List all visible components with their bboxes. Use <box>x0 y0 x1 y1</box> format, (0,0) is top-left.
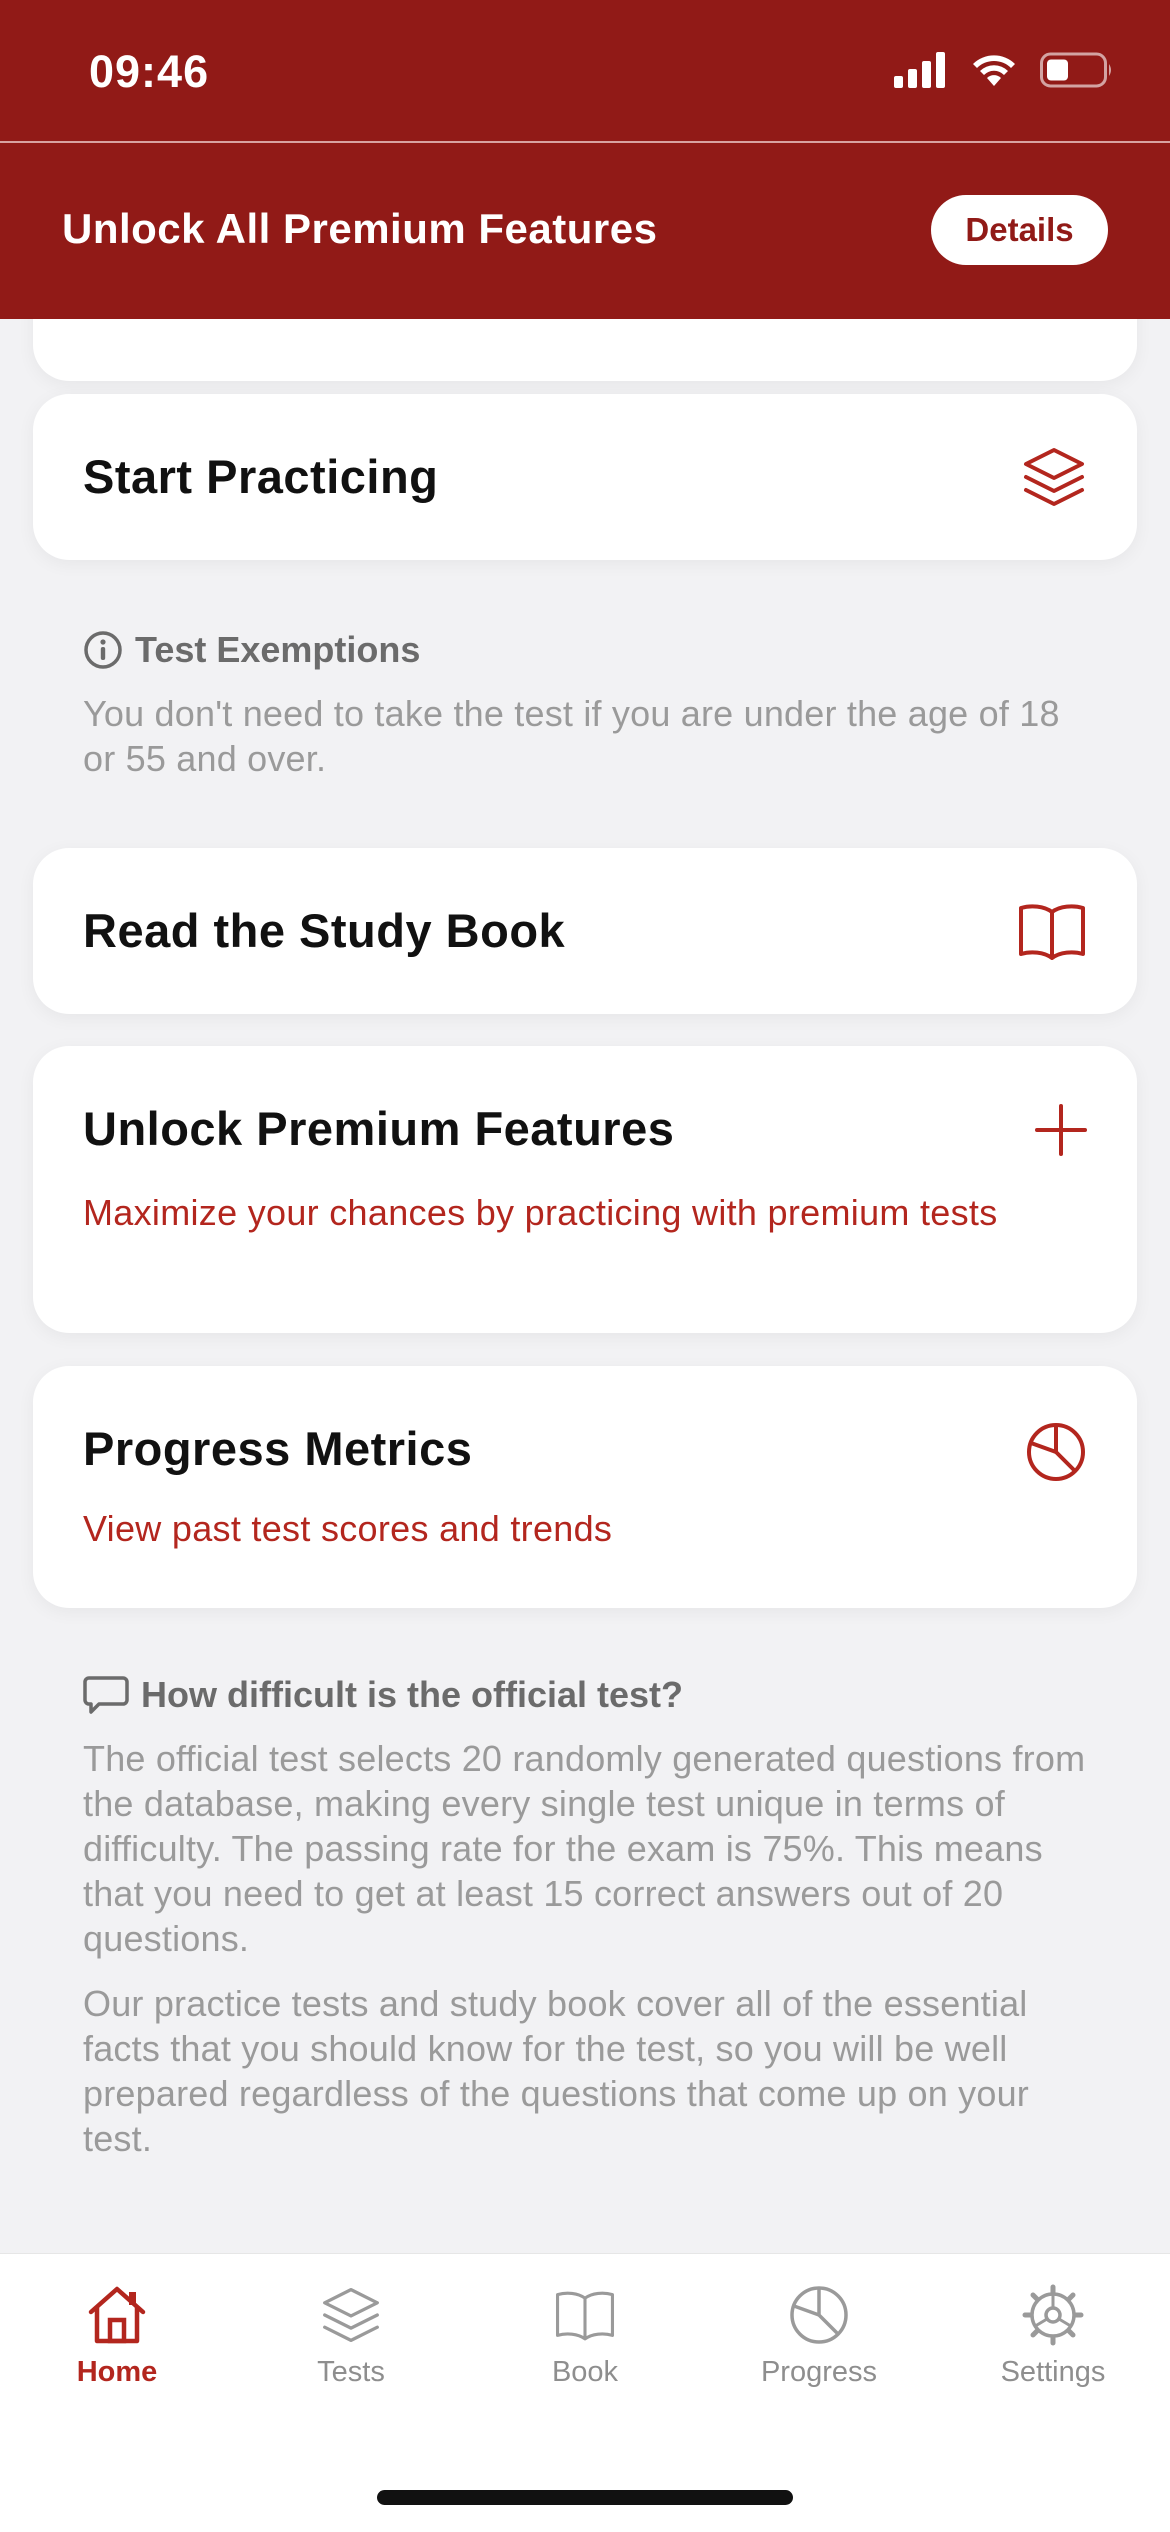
study-book-card[interactable]: Read the Study Book <box>33 848 1137 1014</box>
tab-book[interactable]: Book <box>468 2284 702 2414</box>
tab-progress-label: Progress <box>760 2356 878 2388</box>
details-button[interactable]: Details <box>931 195 1108 265</box>
test-exemptions-heading-row: Test Exemptions <box>83 629 1093 671</box>
tab-book-label: Book <box>551 2356 619 2388</box>
premium-features-card[interactable]: Unlock Premium Features Maximize your ch… <box>33 1046 1137 1333</box>
previous-card[interactable] <box>33 319 1137 381</box>
status-time: 09:46 <box>89 46 210 97</box>
difficulty-paragraph-2: Our practice tests and study book cover … <box>83 1983 1029 2159</box>
progress-metrics-title: Progress Metrics <box>83 1422 473 1475</box>
premium-features-title: Unlock Premium Features <box>83 1102 675 1155</box>
tab-tests[interactable]: Tests <box>234 2284 468 2414</box>
tab-home-label: Home <box>76 2356 158 2388</box>
start-practicing-title: Start Practicing <box>83 450 439 503</box>
status-bar: 09:46 <box>0 0 1170 141</box>
test-exemptions-info: Test Exemptions You don't need to take t… <box>83 629 1093 781</box>
tab-tests-label: Tests <box>317 2356 385 2388</box>
test-exemptions-text: You don't need to take the test if you a… <box>83 693 1060 779</box>
book-icon <box>555 2291 615 2341</box>
difficulty-paragraph-1: The official test selects 20 randomly ge… <box>83 1738 1086 1959</box>
layers-icon <box>323 2287 379 2343</box>
test-exemptions-heading: Test Exemptions <box>135 629 421 670</box>
banner-title: Unlock All Premium Features <box>62 205 658 252</box>
difficulty-heading: How difficult is the official test? <box>141 1674 684 1715</box>
status-icons <box>894 52 1114 88</box>
home-indicator[interactable] <box>377 2490 793 2505</box>
progress-metrics-subtitle: View past test scores and trends <box>83 1508 613 1549</box>
home-icon <box>88 2286 146 2344</box>
tab-settings[interactable]: Settings <box>936 2284 1170 2414</box>
battery-icon <box>1040 52 1111 88</box>
plus-icon <box>1035 1104 1087 1156</box>
study-book-title: Read the Study Book <box>83 904 566 957</box>
start-practicing-card[interactable]: Start Practicing <box>33 394 1137 560</box>
wifi-icon <box>973 55 1015 86</box>
pie-chart-icon <box>790 2286 848 2344</box>
tab-settings-label: Settings <box>1000 2356 1106 2388</box>
premium-banner: Unlock All Premium Features Details <box>0 143 1170 319</box>
cellular-signal-icon <box>894 52 945 88</box>
speech-bubble-icon <box>83 1676 129 1714</box>
difficulty-heading-row: How difficult is the official test? <box>83 1674 1093 1716</box>
layers-icon <box>1024 448 1084 506</box>
pie-chart-icon <box>1027 1423 1085 1481</box>
premium-features-subtitle: Maximize your chances by practicing with… <box>83 1192 998 1233</box>
difficulty-info: How difficult is the official test? The … <box>83 1674 1093 2161</box>
progress-metrics-card[interactable]: Progress Metrics View past test scores a… <box>33 1366 1137 1608</box>
tab-progress[interactable]: Progress <box>702 2284 936 2414</box>
tab-home[interactable]: Home <box>0 2284 234 2414</box>
info-icon <box>84 631 122 669</box>
book-icon <box>1019 904 1085 960</box>
main-content[interactable]: Start Practicing Test Exemptions You don… <box>0 319 1170 2253</box>
gear-icon <box>1022 2284 1084 2346</box>
